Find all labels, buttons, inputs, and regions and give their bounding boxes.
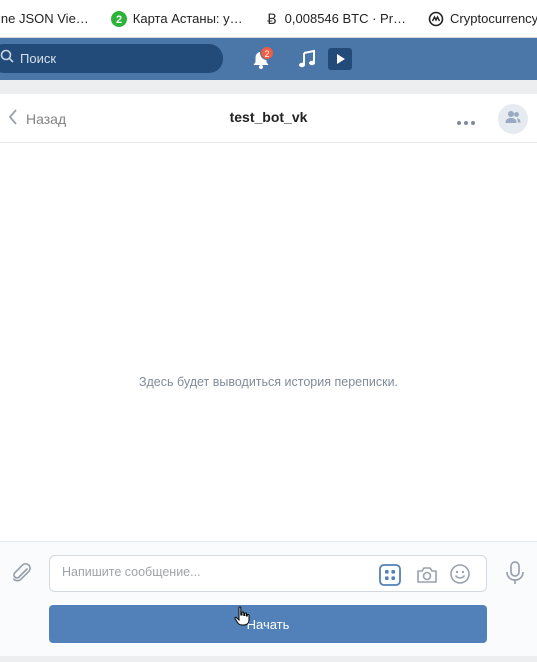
message-composer: Начать [0, 541, 537, 656]
message-input[interactable] [62, 565, 362, 579]
bookmark-label: ine JSON Vie… [0, 11, 89, 26]
bot-keyboard-icon[interactable] [379, 564, 401, 586]
bookmark-2gis-map[interactable]: 2 Карта Астаны: у… [110, 10, 243, 27]
bookmark-label: Cryptocurrency… [450, 11, 537, 26]
video-play-icon[interactable] [328, 48, 352, 70]
bookmark-btc[interactable]: Ƀ 0,008546 BTC · Pr… [265, 11, 406, 27]
message-input-box[interactable] [49, 555, 487, 592]
paperclip-attach-icon[interactable] [10, 562, 34, 586]
chat-header: Назад test_bot_vk [0, 94, 537, 143]
svg-text:Ƀ: Ƀ [267, 12, 277, 27]
2gis-icon: 2 [110, 10, 127, 27]
svg-text:2: 2 [116, 14, 122, 26]
coinmarketcap-icon [428, 11, 444, 27]
search-input[interactable] [20, 51, 200, 66]
notification-count-badge: 2 [260, 46, 274, 60]
bookmark-json-viewer[interactable]: ine JSON Vie… [0, 11, 89, 26]
users-icon [505, 110, 521, 129]
start-button[interactable]: Начать [49, 605, 487, 643]
search-box[interactable] [0, 44, 223, 73]
bookmark-cryptocurrency[interactable]: Cryptocurrency… [428, 11, 537, 27]
search-icon [0, 49, 14, 68]
microphone-icon[interactable] [504, 560, 526, 586]
bookmark-label: Карта Астаны: у… [132, 11, 243, 26]
music-icon[interactable] [297, 49, 317, 69]
bitcoin-icon: Ƀ [265, 11, 279, 27]
camera-icon[interactable] [416, 564, 438, 586]
emoji-smile-icon[interactable] [449, 563, 471, 585]
more-options-icon[interactable] [456, 114, 476, 125]
hand-cursor-icon [234, 606, 250, 626]
bookmark-label: 0,008546 BTC · Pr… [284, 11, 407, 26]
empty-history-text: Здесь будет выводиться история переписки… [138, 375, 399, 389]
bookmarks-bar: ine JSON Vie… 2 Карта Астаны: у… Ƀ 0,008… [0, 0, 537, 38]
chat-members-avatar[interactable] [498, 104, 528, 134]
chat-panel: Назад test_bot_vk Здесь будет выводиться… [0, 94, 537, 656]
